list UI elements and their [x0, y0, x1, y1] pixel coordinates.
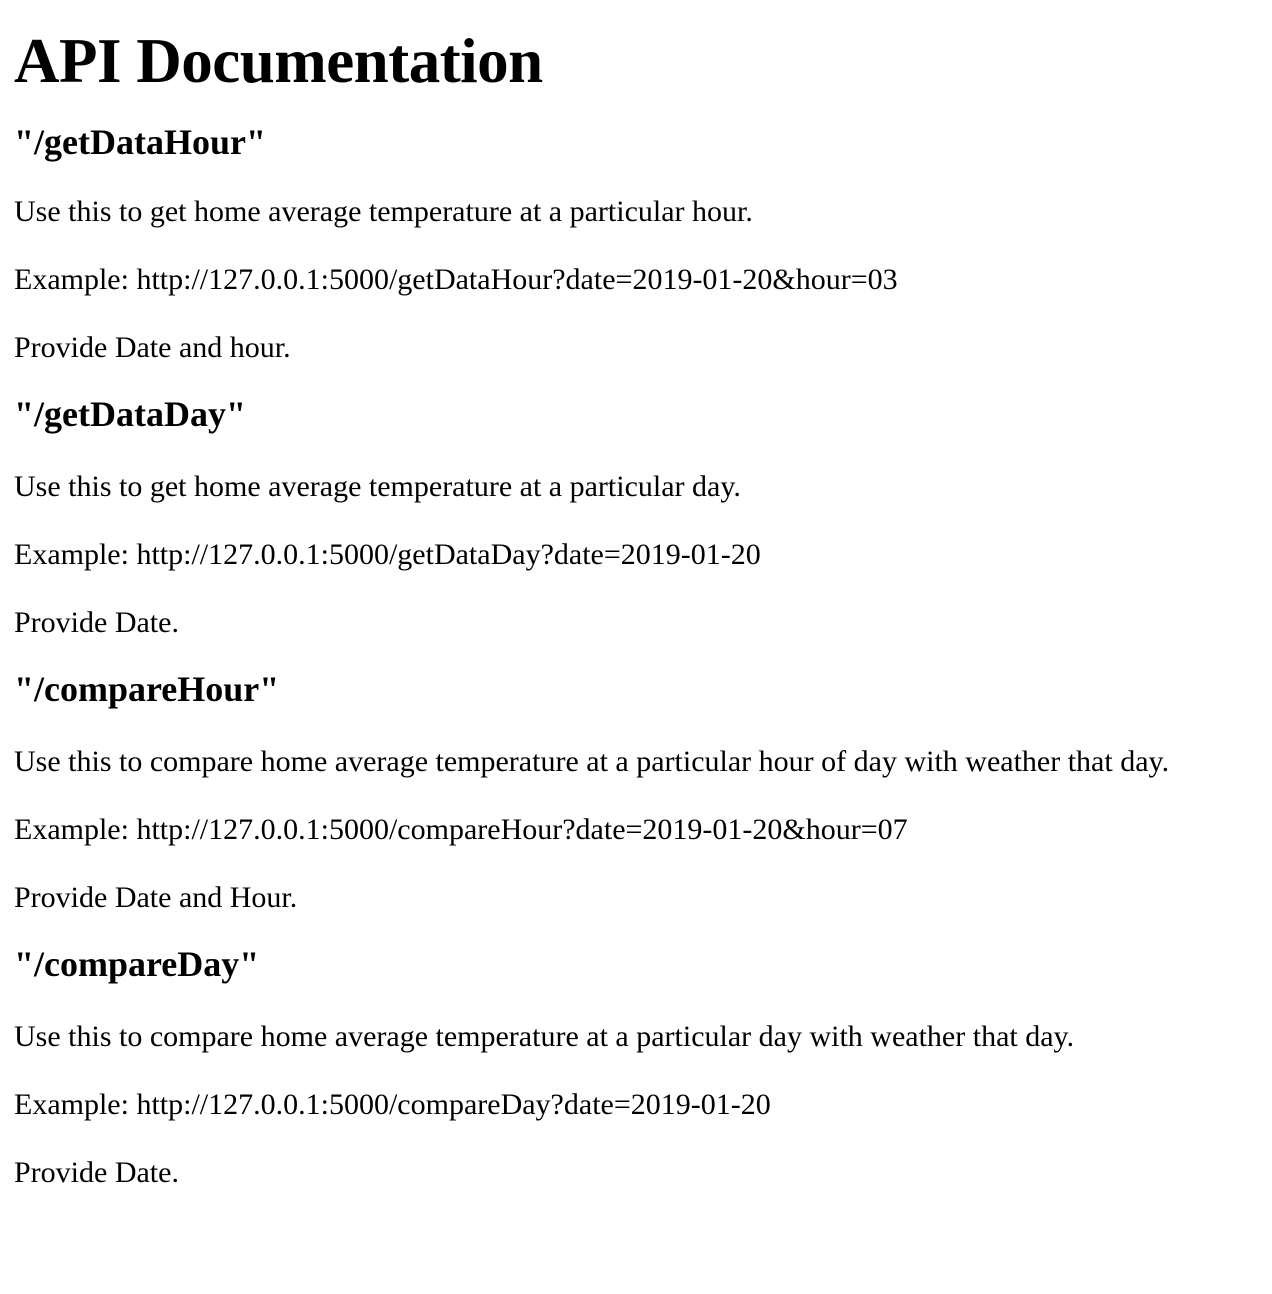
endpoint-description: Use this to compare home average tempera…: [14, 745, 1170, 778]
endpoint-description: Use this to get home average temperature…: [14, 470, 741, 503]
endpoint-example: Example: http://127.0.0.1:5000/getDataHo…: [14, 263, 898, 296]
document-page: API Documentation "/getDataHour" Use thi…: [0, 0, 1272, 1191]
endpoint-section-compareday: "/compareDay" Use this to compare home a…: [14, 943, 1258, 1191]
endpoint-example: Example: http://127.0.0.1:5000/getDataDa…: [14, 538, 761, 571]
endpoint-route-heading: "/compareHour": [14, 669, 280, 709]
endpoint-example: Example: http://127.0.0.1:5000/compareHo…: [14, 813, 908, 846]
endpoint-route-heading: "/getDataDay": [14, 394, 246, 434]
endpoint-section-getdatahour: "/getDataHour" Use this to get home aver…: [14, 121, 1258, 366]
endpoint-section-comparehour: "/compareHour" Use this to compare home …: [14, 668, 1258, 916]
endpoint-route-heading: "/getDataHour": [14, 122, 266, 162]
endpoint-example: Example: http://127.0.0.1:5000/compareDa…: [14, 1088, 771, 1121]
endpoint-note: Provide Date and Hour.: [14, 881, 298, 914]
page-title: API Documentation: [14, 26, 543, 96]
endpoint-description: Use this to compare home average tempera…: [14, 1020, 1075, 1053]
endpoint-note: Provide Date.: [14, 1156, 179, 1189]
endpoint-route-heading: "/compareDay": [14, 944, 260, 984]
endpoint-section-getdataday: "/getDataDay" Use this to get home avera…: [14, 393, 1258, 641]
endpoint-description: Use this to get home average temperature…: [14, 195, 753, 228]
endpoint-note: Provide Date and hour.: [14, 331, 291, 364]
endpoint-note: Provide Date.: [14, 606, 179, 639]
